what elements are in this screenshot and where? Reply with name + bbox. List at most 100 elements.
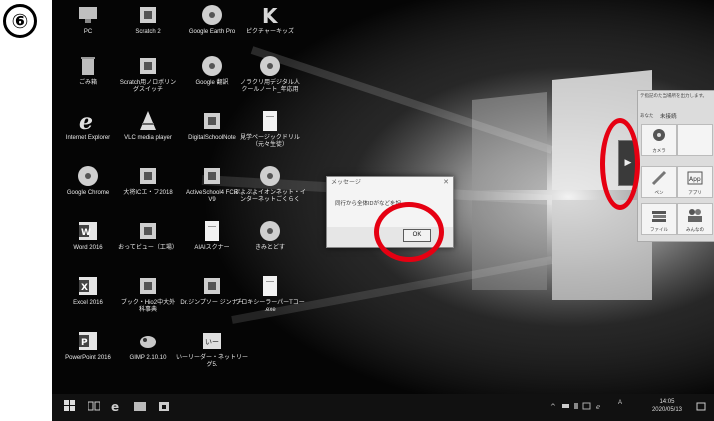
svg-text:^: ^ [550,403,556,411]
panel-tile-label: みんなの [686,227,704,232]
svg-text:W: W [81,228,91,238]
desktop-icon-label: 大将ICエ・フ2018 [123,190,173,196]
desktop-icon[interactable]: K ピクチャーキッズ [234,4,306,36]
chrome-icon [78,166,98,186]
taskbar: e ^ ℯ A 14:05 2020/05/13 [52,394,714,421]
desktop-icon[interactable]: きみとどす [234,220,306,252]
desktop-icon[interactable]: いーいーリーダー・ネットリー グ5. [176,330,248,369]
disc-icon [260,56,280,76]
svg-text:K: K [262,4,279,26]
panel-tile-label: カメラ [652,148,666,153]
app-icon [140,278,156,294]
disc-icon [202,56,222,76]
panel-tile-label: アプリ [688,190,702,195]
svg-text:いー: いー [205,338,219,346]
desktop-icon[interactable]: VLC media player [112,110,184,142]
desktop-icon-label: Scratch 2 [135,29,161,35]
panel-tile[interactable]: みんなの [677,203,713,235]
panel-tile-label: ペン [654,190,664,195]
clock-date: 2020/05/13 [651,407,682,413]
notification-icon[interactable] [696,402,706,412]
step-number-badge: ⑥ [3,4,37,38]
panel-label-user: あなた [640,113,654,118]
side-panel: テ指記のた当場所を出力します。 あなた 未接続 カメラペン App アプリファイル み… [637,90,714,242]
edge-browser-icon[interactable]: e [110,400,122,412]
close-icon[interactable]: ✕ [443,177,449,189]
desktop-icon-label: きみとどす [254,245,285,251]
chart-app-icon [204,168,220,184]
desktop-icon[interactable]: Scratch 2 [112,4,184,36]
svg-text:e: e [111,400,119,412]
google-earth-icon [202,5,222,25]
desktop-icon[interactable]: 大将ICエ・フ2018 [112,165,184,197]
dialog-title: メッセージ [331,180,361,186]
desktop-icon-label: ノラクリ用デジタル人 クールノート_年応用 [240,80,300,93]
desktop-icon-label: 見学ページックドリル （元々生徒） [240,135,300,148]
desktop-icon[interactable]: ブック・Hio2中大外 科事典 [112,275,184,314]
pc-icon [79,7,97,23]
svg-text:e: e [79,110,93,132]
desktop-icon-label: ブック・Hio2中大外 科事典 [120,300,176,313]
task-view-icon[interactable] [88,400,100,412]
powerpoint-icon: P [79,332,97,350]
webcam-icon [653,129,665,141]
desktop-icon[interactable]: おってビュー（工場） [112,220,184,252]
disc-icon [260,221,280,241]
desktop-screen: PC Scratch 2 Google Earth Pro K ピクチャーキッズ ごみ箱 S… [52,0,714,421]
desktop-icon-label: おってビュー（工場） [118,245,178,251]
desktop-icon-label: ぷよぷよイオンネット・イ ンターネットごくらく [234,190,306,203]
internet-explorer-icon: e [79,110,93,132]
document-icon [263,111,277,131]
panel-label-status: 未接続 [660,114,677,120]
panel-tile[interactable] [677,124,713,156]
panel-tile[interactable]: カメラ [641,124,677,156]
digital-school-note-icon [204,113,220,129]
ime-indicator[interactable]: A [618,400,622,406]
panel-tile[interactable]: App アプリ [677,166,713,198]
app-box-icon: App [687,171,703,185]
svg-text:ℯ: ℯ [596,403,600,411]
gimp-icon [140,336,156,348]
blank-icon [686,128,704,144]
desktop-icon[interactable]: 見学ページックドリル （元々生徒） [234,110,306,149]
desktop-icon[interactable]: ノラクリ用デジタル人 クールノート_年応用 [234,55,306,94]
desktop-icon-label: ブロキシーラーパーTコー .exe [235,300,305,313]
desktop-icon[interactable]: Scratch用ノロボリン グスイッチ [112,55,184,94]
disc-icon [260,166,280,186]
document-icon [263,276,277,296]
desktop-icon-label: Scratch用ノロボリン グスイッチ [119,80,177,93]
taskbar-clock[interactable]: 14:05 2020/05/13 [652,398,682,414]
system-tray-icons[interactable]: ^ ℯ [550,400,610,412]
desktop-icon[interactable]: ブロキシーラーパーTコー .exe [234,275,306,314]
app-icon [140,58,156,74]
start-windows-icon[interactable] [64,400,76,412]
desktop-icon-label: VLC media player [124,135,172,141]
word-icon: W [79,222,97,240]
desktop-icon[interactable]: GIMP 2.10.10 [112,330,184,362]
panel-title: テ指記のた当場所を出力します。 [640,93,708,98]
svg-text:App: App [689,176,701,183]
panel-tile-label: ファイル [650,227,668,232]
file-explorer-icon[interactable] [134,400,146,412]
app-icon [140,168,156,184]
desktop-icon-label: いーリーダー・ネットリー グ5. [176,355,249,368]
vlc-icon [140,111,156,130]
reader-icon: いー [203,333,221,349]
ok-button-highlight-circle [374,202,444,262]
app-icon [204,278,220,294]
scratch-icon [140,7,156,23]
svg-text:P: P [81,338,88,348]
recycle-bin-icon [81,57,95,75]
picture-kids-icon: K [262,4,279,26]
desktop-icon[interactable]: ぷよぷよイオンネット・イ ンターネットごくらく [234,165,306,204]
excel-icon: X [79,277,97,295]
pen-icon [651,170,667,186]
dialog-titlebar: メッセージ ✕ [327,177,453,189]
clock-time: 14:05 [659,399,675,405]
panel-tile[interactable]: ファイル [641,203,677,235]
svg-text:X: X [81,283,88,293]
panel-toggle-highlight-circle [600,118,640,210]
panel-tile[interactable]: ペン [641,166,677,198]
desktop-icon-label: ピクチャーキッズ [246,29,294,35]
store-icon[interactable] [158,400,170,412]
